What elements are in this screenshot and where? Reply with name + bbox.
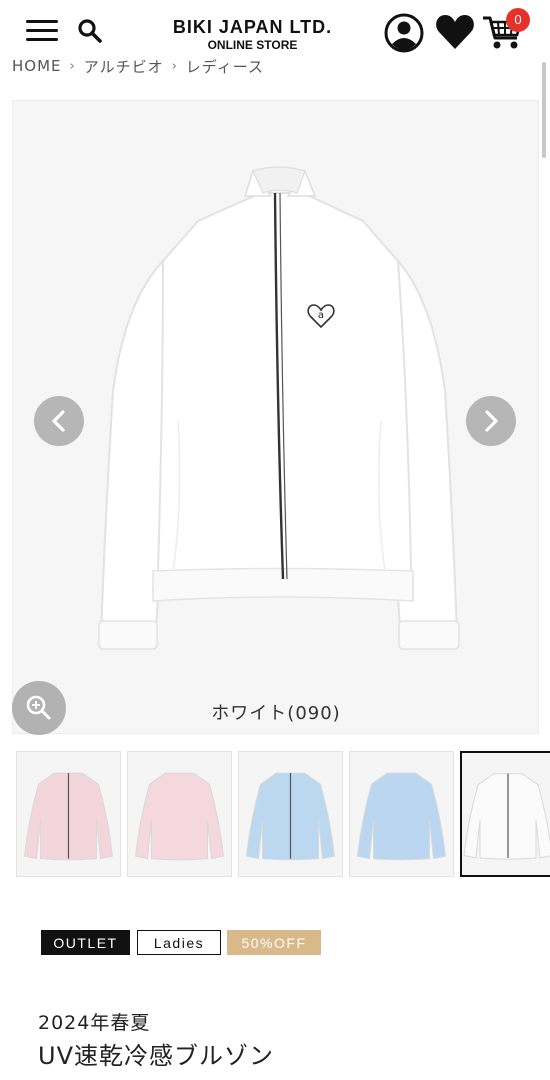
main-product-image[interactable]: a ホワイト(090)	[12, 100, 539, 734]
zoom-button[interactable]	[12, 681, 66, 735]
site-header: BIKI JAPAN LTD. ONLINE STORE 0	[0, 0, 550, 62]
search-icon[interactable]	[76, 17, 104, 45]
cart-count-badge: 0	[506, 8, 530, 32]
chevron-left-icon	[52, 410, 65, 432]
thumbnail-jacket-image	[134, 772, 225, 861]
thumbnail-blue-back[interactable]	[349, 751, 454, 877]
product-season: 2024年春夏	[38, 1012, 151, 1034]
thumbnail-pink-front[interactable]	[16, 751, 121, 877]
breadcrumb: HOME › アルチビオ › レディース	[12, 54, 264, 78]
breadcrumb-home[interactable]: HOME	[12, 57, 62, 75]
previous-image-button[interactable]	[34, 396, 84, 446]
thumbnail-pink-back[interactable]	[127, 751, 232, 877]
account-icon[interactable]	[383, 12, 425, 54]
discount-tag: 50%OFF	[227, 930, 321, 955]
color-caption: ホワイト(090)	[211, 703, 341, 724]
brand-logo[interactable]: BIKI JAPAN LTD. ONLINE STORE	[150, 18, 355, 51]
thumbnail-white-front[interactable]	[460, 751, 550, 877]
breadcrumb-ladies[interactable]: レディース	[186, 56, 264, 77]
thumbnail-jacket-image	[356, 772, 447, 861]
menu-icon[interactable]	[26, 18, 60, 44]
brand-name: BIKI JAPAN LTD.	[172, 17, 333, 37]
brand-subtitle: ONLINE STORE	[207, 38, 298, 52]
scrollbar[interactable]	[542, 62, 546, 158]
jacket-image: a	[98, 166, 460, 650]
thumbnail-jacket-image	[245, 772, 336, 861]
zoom-in-icon	[26, 695, 51, 720]
next-image-button[interactable]	[466, 396, 516, 446]
heart-icon[interactable]	[434, 12, 476, 52]
thumbnail-jacket-image	[23, 772, 114, 861]
breadcrumb-brand[interactable]: アルチビオ	[84, 56, 164, 77]
ladies-tag[interactable]: Ladies	[137, 930, 221, 955]
svg-text:a: a	[318, 310, 324, 321]
thumbnail-blue-front[interactable]	[238, 751, 343, 877]
thumbnail-strip	[16, 751, 550, 877]
breadcrumb-separator: ›	[171, 58, 178, 74]
chevron-right-icon	[485, 410, 498, 432]
outlet-tag[interactable]: OUTLET	[41, 930, 130, 955]
product-title: UV速乾冷感ブルゾン	[38, 1042, 274, 1070]
breadcrumb-separator: ›	[69, 58, 76, 74]
thumbnail-jacket-image	[463, 773, 550, 860]
